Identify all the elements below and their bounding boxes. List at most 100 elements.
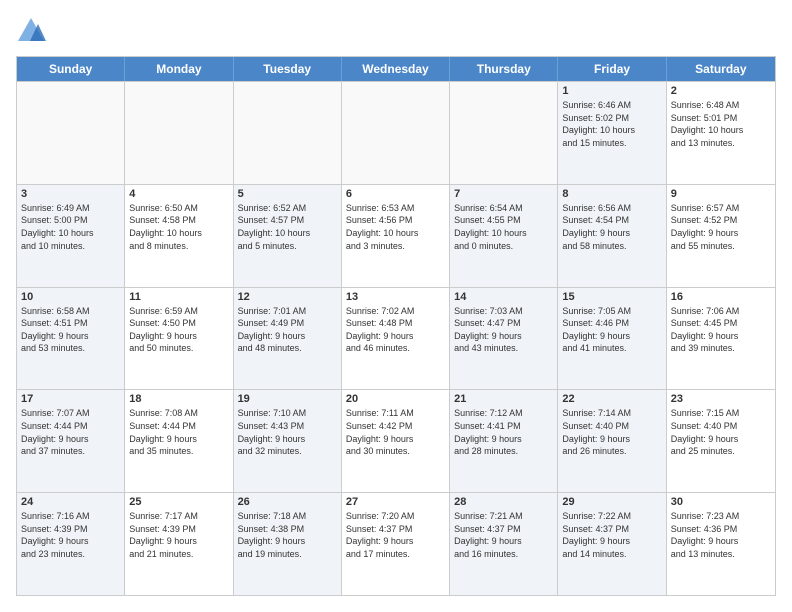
calendar-cell: 22 Sunrise: 7:14 AM Sunset: 4:40 PM Dayli… bbox=[558, 390, 666, 492]
day-number: 30 bbox=[671, 496, 771, 508]
day-info: Sunrise: 7:03 AM Sunset: 4:47 PM Dayligh… bbox=[454, 305, 553, 355]
calendar-cell: 26 Sunrise: 7:18 AM Sunset: 4:38 PM Dayli… bbox=[234, 493, 342, 595]
day-number: 6 bbox=[346, 188, 445, 200]
day-number: 23 bbox=[671, 393, 771, 405]
weekday-header: Saturday bbox=[667, 57, 775, 81]
calendar-cell: 17 Sunrise: 7:07 AM Sunset: 4:44 PM Dayli… bbox=[17, 390, 125, 492]
calendar-cell: 1 Sunrise: 6:46 AM Sunset: 5:02 PM Daylig… bbox=[558, 82, 666, 184]
day-info: Sunrise: 7:21 AM Sunset: 4:37 PM Dayligh… bbox=[454, 510, 553, 560]
day-info: Sunrise: 6:48 AM Sunset: 5:01 PM Dayligh… bbox=[671, 99, 771, 149]
page: SundayMondayTuesdayWednesdayThursdayFrid… bbox=[0, 0, 792, 612]
calendar-row: 3 Sunrise: 6:49 AM Sunset: 5:00 PM Daylig… bbox=[17, 184, 775, 287]
calendar-cell: 2 Sunrise: 6:48 AM Sunset: 5:01 PM Daylig… bbox=[667, 82, 775, 184]
day-number: 25 bbox=[129, 496, 228, 508]
calendar-cell: 25 Sunrise: 7:17 AM Sunset: 4:39 PM Dayli… bbox=[125, 493, 233, 595]
logo bbox=[16, 16, 50, 46]
day-number: 2 bbox=[671, 85, 771, 97]
day-number: 1 bbox=[562, 85, 661, 97]
calendar-cell: 13 Sunrise: 7:02 AM Sunset: 4:48 PM Dayli… bbox=[342, 288, 450, 390]
calendar-cell: 19 Sunrise: 7:10 AM Sunset: 4:43 PM Dayli… bbox=[234, 390, 342, 492]
calendar-body: 1 Sunrise: 6:46 AM Sunset: 5:02 PM Daylig… bbox=[17, 81, 775, 595]
day-info: Sunrise: 6:46 AM Sunset: 5:02 PM Dayligh… bbox=[562, 99, 661, 149]
logo-icon bbox=[16, 16, 46, 46]
day-number: 7 bbox=[454, 188, 553, 200]
day-info: Sunrise: 7:07 AM Sunset: 4:44 PM Dayligh… bbox=[21, 407, 120, 457]
day-info: Sunrise: 7:17 AM Sunset: 4:39 PM Dayligh… bbox=[129, 510, 228, 560]
day-number: 3 bbox=[21, 188, 120, 200]
day-number: 10 bbox=[21, 291, 120, 303]
calendar-cell: 12Sunrise: 7:01 AM Sunset: 4:49 PM Dayli… bbox=[234, 288, 342, 390]
weekday-header: Friday bbox=[558, 57, 666, 81]
calendar-cell: 24Sunrise: 7:16 AM Sunset: 4:39 PM Dayli… bbox=[17, 493, 125, 595]
day-info: Sunrise: 6:52 AM Sunset: 4:57 PM Dayligh… bbox=[238, 202, 337, 252]
day-info: Sunrise: 7:22 AM Sunset: 4:37 PM Dayligh… bbox=[562, 510, 661, 560]
day-number: 28 bbox=[454, 496, 553, 508]
day-number: 26 bbox=[238, 496, 337, 508]
header bbox=[16, 16, 776, 46]
calendar-cell: 20 Sunrise: 7:11 AM Sunset: 4:42 PM Dayli… bbox=[342, 390, 450, 492]
day-number: 15 bbox=[562, 291, 661, 303]
day-number: 9 bbox=[671, 188, 771, 200]
weekday-header: Thursday bbox=[450, 57, 558, 81]
calendar-cell bbox=[234, 82, 342, 184]
calendar-cell: 11Sunrise: 6:59 AM Sunset: 4:50 PM Dayli… bbox=[125, 288, 233, 390]
calendar-cell: 29 Sunrise: 7:22 AM Sunset: 4:37 PM Dayli… bbox=[558, 493, 666, 595]
calendar-cell: 6 Sunrise: 6:53 AM Sunset: 4:56 PM Daylig… bbox=[342, 185, 450, 287]
calendar-cell bbox=[450, 82, 558, 184]
calendar-cell: 3 Sunrise: 6:49 AM Sunset: 5:00 PM Daylig… bbox=[17, 185, 125, 287]
day-info: Sunrise: 7:18 AM Sunset: 4:38 PM Dayligh… bbox=[238, 510, 337, 560]
day-info: Sunrise: 7:11 AM Sunset: 4:42 PM Dayligh… bbox=[346, 407, 445, 457]
calendar-cell: 10Sunrise: 6:58 AM Sunset: 4:51 PM Dayli… bbox=[17, 288, 125, 390]
calendar-header: SundayMondayTuesdayWednesdayThursdayFrid… bbox=[17, 57, 775, 81]
calendar-cell: 21 Sunrise: 7:12 AM Sunset: 4:41 PM Dayli… bbox=[450, 390, 558, 492]
day-info: Sunrise: 7:23 AM Sunset: 4:36 PM Dayligh… bbox=[671, 510, 771, 560]
day-number: 22 bbox=[562, 393, 661, 405]
day-number: 13 bbox=[346, 291, 445, 303]
day-number: 20 bbox=[346, 393, 445, 405]
day-info: Sunrise: 7:01 AM Sunset: 4:49 PM Dayligh… bbox=[238, 305, 337, 355]
day-number: 24 bbox=[21, 496, 120, 508]
day-number: 27 bbox=[346, 496, 445, 508]
day-info: Sunrise: 7:05 AM Sunset: 4:46 PM Dayligh… bbox=[562, 305, 661, 355]
calendar-cell: 9 Sunrise: 6:57 AM Sunset: 4:52 PM Daylig… bbox=[667, 185, 775, 287]
day-info: Sunrise: 6:53 AM Sunset: 4:56 PM Dayligh… bbox=[346, 202, 445, 252]
day-number: 21 bbox=[454, 393, 553, 405]
day-number: 5 bbox=[238, 188, 337, 200]
weekday-header: Sunday bbox=[17, 57, 125, 81]
day-info: Sunrise: 7:12 AM Sunset: 4:41 PM Dayligh… bbox=[454, 407, 553, 457]
day-info: Sunrise: 6:50 AM Sunset: 4:58 PM Dayligh… bbox=[129, 202, 228, 252]
calendar-cell: 15 Sunrise: 7:05 AM Sunset: 4:46 PM Dayli… bbox=[558, 288, 666, 390]
calendar-cell: 23 Sunrise: 7:15 AM Sunset: 4:40 PM Dayli… bbox=[667, 390, 775, 492]
day-number: 19 bbox=[238, 393, 337, 405]
calendar-cell: 18Sunrise: 7:08 AM Sunset: 4:44 PM Dayli… bbox=[125, 390, 233, 492]
calendar-cell: 28 Sunrise: 7:21 AM Sunset: 4:37 PM Dayli… bbox=[450, 493, 558, 595]
day-number: 8 bbox=[562, 188, 661, 200]
day-info: Sunrise: 7:20 AM Sunset: 4:37 PM Dayligh… bbox=[346, 510, 445, 560]
day-number: 4 bbox=[129, 188, 228, 200]
calendar-row: 10Sunrise: 6:58 AM Sunset: 4:51 PM Dayli… bbox=[17, 287, 775, 390]
calendar-cell: 16 Sunrise: 7:06 AM Sunset: 4:45 PM Dayli… bbox=[667, 288, 775, 390]
day-info: Sunrise: 6:54 AM Sunset: 4:55 PM Dayligh… bbox=[454, 202, 553, 252]
day-info: Sunrise: 6:56 AM Sunset: 4:54 PM Dayligh… bbox=[562, 202, 661, 252]
day-info: Sunrise: 7:06 AM Sunset: 4:45 PM Dayligh… bbox=[671, 305, 771, 355]
weekday-header: Monday bbox=[125, 57, 233, 81]
calendar-row: 24Sunrise: 7:16 AM Sunset: 4:39 PM Dayli… bbox=[17, 492, 775, 595]
day-number: 16 bbox=[671, 291, 771, 303]
day-info: Sunrise: 7:10 AM Sunset: 4:43 PM Dayligh… bbox=[238, 407, 337, 457]
day-info: Sunrise: 7:14 AM Sunset: 4:40 PM Dayligh… bbox=[562, 407, 661, 457]
day-number: 17 bbox=[21, 393, 120, 405]
day-info: Sunrise: 6:49 AM Sunset: 5:00 PM Dayligh… bbox=[21, 202, 120, 252]
day-info: Sunrise: 7:02 AM Sunset: 4:48 PM Dayligh… bbox=[346, 305, 445, 355]
day-info: Sunrise: 6:57 AM Sunset: 4:52 PM Dayligh… bbox=[671, 202, 771, 252]
calendar-row: 1 Sunrise: 6:46 AM Sunset: 5:02 PM Daylig… bbox=[17, 81, 775, 184]
calendar: SundayMondayTuesdayWednesdayThursdayFrid… bbox=[16, 56, 776, 596]
calendar-cell: 14Sunrise: 7:03 AM Sunset: 4:47 PM Dayli… bbox=[450, 288, 558, 390]
day-info: Sunrise: 7:15 AM Sunset: 4:40 PM Dayligh… bbox=[671, 407, 771, 457]
day-info: Sunrise: 7:08 AM Sunset: 4:44 PM Dayligh… bbox=[129, 407, 228, 457]
calendar-row: 17 Sunrise: 7:07 AM Sunset: 4:44 PM Dayli… bbox=[17, 389, 775, 492]
calendar-cell: 4 Sunrise: 6:50 AM Sunset: 4:58 PM Daylig… bbox=[125, 185, 233, 287]
calendar-cell bbox=[342, 82, 450, 184]
day-number: 29 bbox=[562, 496, 661, 508]
calendar-cell: 5 Sunrise: 6:52 AM Sunset: 4:57 PM Daylig… bbox=[234, 185, 342, 287]
calendar-cell: 27 Sunrise: 7:20 AM Sunset: 4:37 PM Dayli… bbox=[342, 493, 450, 595]
